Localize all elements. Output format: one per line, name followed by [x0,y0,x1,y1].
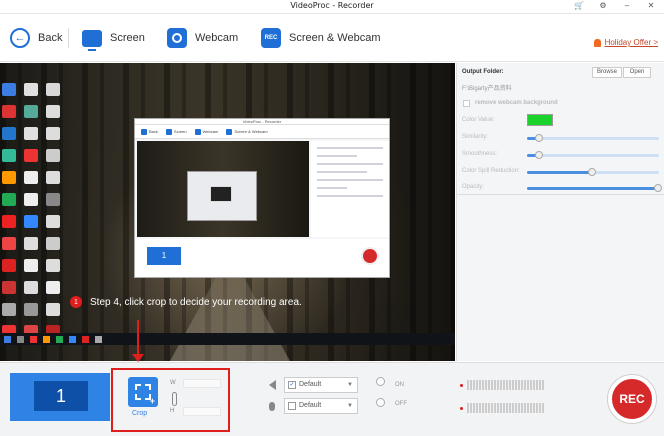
microphone-device-value: Default [299,402,322,409]
color-spill-knob[interactable] [588,168,596,176]
speaker-level-meter [460,380,544,390]
webcam-icon [167,28,187,48]
speaker-icon[interactable] [266,379,278,391]
speaker-checkbox[interactable]: ✓ [288,381,296,389]
nested-back: Back [141,128,158,135]
crop-button[interactable] [128,377,158,407]
callout-arrow-line [137,320,139,356]
open-button[interactable]: Open [623,67,651,78]
browse-button[interactable]: Browse [592,67,622,78]
audio-toggle[interactable] [376,377,385,421]
height-field[interactable] [183,407,221,416]
color-value-label: Color Value: [462,117,495,123]
window-controls: 🛒 ⚙ – ✕ [574,1,656,10]
crop-icon [135,384,155,406]
nested-recorder-window: VideoProc - Recorder Back Screen Webcam … [134,118,390,278]
microphone-checkbox[interactable] [288,402,296,410]
remove-background-checkbox[interactable] [463,100,470,107]
step-callout: 1 Step 4, click crop to decide your reco… [70,292,302,312]
window-title: VideoProc - Recorder [290,1,374,10]
nested-webcam: Webcam [194,128,218,135]
webcam-label: Webcam [195,32,239,44]
opacity-knob[interactable] [654,184,662,192]
microphone-icon[interactable] [266,400,278,412]
title-bar: VideoProc - Recorder 🛒 ⚙ – ✕ [0,0,664,14]
screen-webcam-label: Screen & Webcam [289,32,381,44]
toolbar: ← Back Screen Webcam REC Screen & Webcam… [0,14,664,62]
color-swatch[interactable] [527,114,553,126]
nested-settings [311,141,389,237]
width-label: W [170,380,176,386]
smoothness-label: Smoothness: [462,151,498,157]
speaker-device-select[interactable]: ✓ Default ▼ [284,377,358,393]
chevron-down-icon: ▼ [347,403,353,409]
gear-icon[interactable]: ⚙ [598,1,608,10]
toolbar-divider [68,28,69,48]
opacity-fill [527,187,659,190]
chevron-down-icon: ▼ [347,382,353,388]
crop-label: Crop [132,410,148,417]
callout-arrow-head [132,354,144,362]
color-spill-fill [527,171,593,174]
width-field[interactable] [183,379,221,388]
monitor-number: 1 [34,381,88,411]
similarity-knob[interactable] [535,134,544,142]
bell-icon [593,38,601,47]
cart-icon[interactable]: 🛒 [574,1,584,10]
webcam-mode-button[interactable]: Webcam [167,26,238,50]
holiday-offer-link[interactable]: Holiday Offer > [593,38,658,47]
panel-divider [457,194,664,195]
remove-background-label: remove webcam background [475,100,558,106]
screen-webcam-mode-button[interactable]: REC Screen & Webcam [261,26,381,50]
height-label: H [170,408,175,414]
nested-toolbar: Back Screen Webcam Screen & Webcam [135,125,389,139]
rec-icon: REC [261,28,281,48]
opacity-slider[interactable] [527,184,662,192]
speaker-device-value: Default [299,381,322,388]
screen-label: Screen [110,32,145,44]
nested-screen-webcam: Screen & Webcam [226,128,268,135]
recursive-preview [187,171,257,221]
nested-monitor-number: 1 [147,247,181,265]
step-text: Step 4, click crop to decide your record… [90,296,302,308]
minimize-icon[interactable]: – [622,1,632,10]
link-icon[interactable] [172,392,177,406]
monitor-icon [82,29,102,51]
on-label: ON [395,382,404,388]
microphone-level-meter [460,403,544,413]
similarity-label: Similarity: [462,134,489,140]
monitor-selector[interactable]: 1 [10,373,110,421]
close-icon[interactable]: ✕ [646,1,656,10]
crop-highlight-box: Crop W H [111,368,230,432]
nested-screen: Screen [165,128,187,135]
smoothness-knob[interactable] [535,151,544,159]
screen-preview: VideoProc - Recorder Back Screen Webcam … [0,63,455,361]
settings-panel: Output Folder: Browse Open F:\Bigarty产品资… [456,63,664,361]
microphone-row: Default ▼ [266,398,358,414]
back-label: Back [38,32,63,44]
back-button[interactable]: ← Back [10,26,62,50]
color-spill-slider[interactable] [527,168,659,176]
record-button[interactable]: REC [608,375,656,423]
off-label: OFF [395,401,407,407]
speaker-row: ✓ Default ▼ [266,377,358,393]
back-arrow-icon: ← [10,28,30,48]
opacity-label: Opacity: [462,184,485,190]
output-folder-label: Output Folder: [462,69,504,75]
bottom-control-bar: 1 Crop W H ✓ Default ▼ Default ▼ ON OFF … [0,362,664,436]
similarity-slider[interactable] [527,134,659,142]
step-number-badge: 1 [70,296,82,308]
offer-label: Holiday Offer > [604,38,658,47]
smoothness-slider[interactable] [527,151,659,159]
color-spill-label: Color Spill Reduction: [462,168,520,174]
windows-taskbar [0,333,455,345]
nested-bottom-bar: 1 [135,239,389,277]
desktop-icons [2,83,70,338]
microphone-device-select[interactable]: Default ▼ [284,398,358,414]
nested-preview [137,141,309,237]
output-path: F:\Bigarty产品资料 [462,86,512,92]
screen-mode-button[interactable]: Screen [82,26,145,51]
nested-rec-button [361,247,379,265]
